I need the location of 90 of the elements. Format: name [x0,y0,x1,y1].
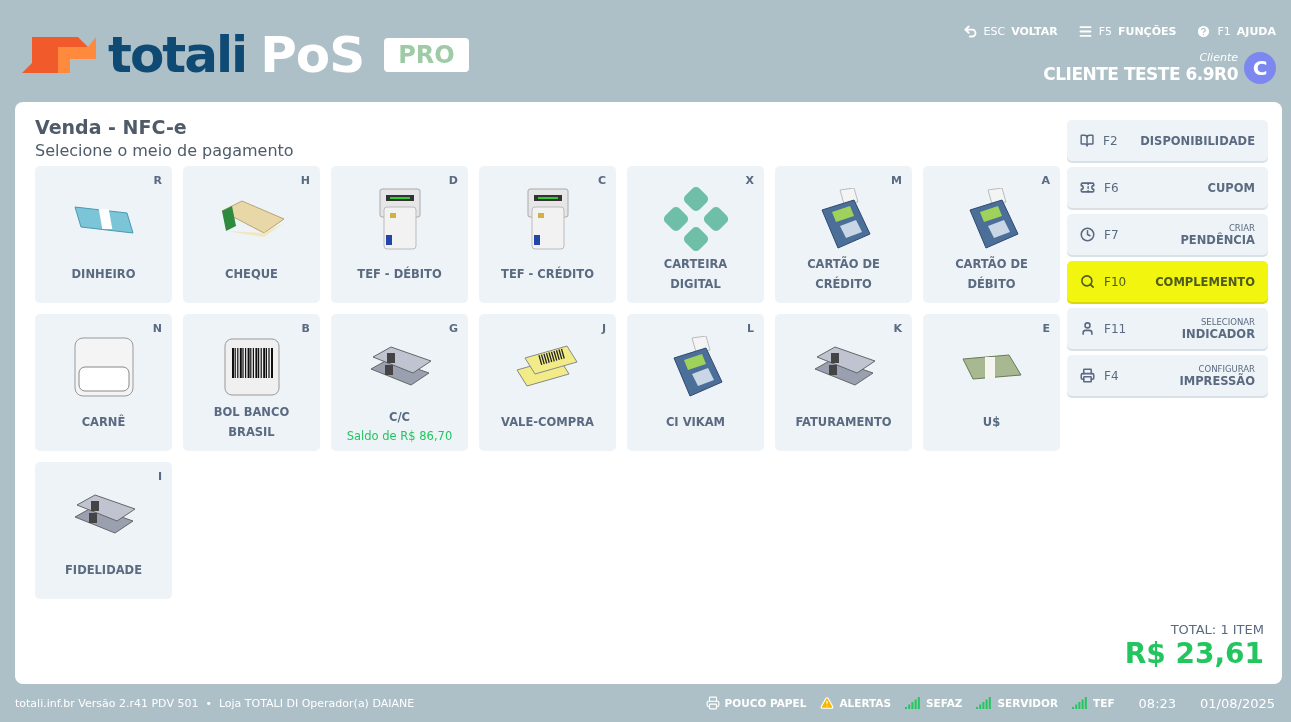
payment-method-tile[interactable]: I FIDELIDADE [35,462,172,599]
payment-method-tile[interactable]: J VALE-COMPRA [479,314,616,451]
client-name: CLIENTE TESTE 6.9R0 [1043,64,1238,84]
payment-method-label: TEF - CRÉDITO [501,265,594,283]
card-reader-icon [525,187,570,251]
payment-method-label: CARTÃO DE CRÉDITO [807,255,880,293]
payment-method-tile[interactable]: A CARTÃO DE DÉBITO [923,166,1060,303]
voucher-icon [514,344,581,390]
function-button[interactable]: F2 DISPONIBILIDADE [1067,120,1268,161]
payment-method-tile[interactable]: H CHEQUE [183,166,320,303]
payment-method-label: BOL BANCO BRASIL [213,403,290,441]
shortcut-key: X [745,174,754,187]
shortcut-key: J [601,322,606,335]
version-info: totali.inf.br Versão 2.r41 PDV 501 • Loja TOTALI DI Operador(a) DAIANE [15,696,415,710]
user-icon [1080,321,1095,336]
total-amount: R$ 23,61 [1124,637,1264,670]
card-reader-icon [377,187,422,251]
payment-method-label: CARTEIRA DIGITAL [663,255,728,293]
function-button[interactable]: F4 CONFIGURAR IMPRESSÃO [1067,355,1268,396]
shortcut-key: A [1041,174,1050,187]
shortcut-key: C [597,174,606,187]
ticket-icon [1080,180,1095,195]
payment-method-label: CARTÃO DE DÉBITO [955,255,1028,293]
shortcut-key: L [747,322,754,335]
booklet-icon [73,337,134,397]
function-button[interactable]: F11 SELECIONAR INDICADOR [1067,308,1268,349]
page-subtitle: Selecione o meio de pagamento [35,141,295,160]
payment-method-tile[interactable]: B BOL BANCO BRASIL [183,314,320,451]
payment-method-label: DINHEIRO [71,265,136,283]
back-icon [962,24,978,39]
printer-icon [1080,368,1095,383]
payment-method-label: CHEQUE [225,265,278,283]
shortcut-key: H [300,174,310,187]
edition-badge: PRO [384,38,469,72]
status-label: SEFAZ [926,697,963,709]
barcode-icon [223,338,280,396]
warning-icon [820,696,835,710]
payment-method-label: FATURAMENTO [795,413,892,431]
payment-method-tile[interactable]: N CARNÊ [35,314,172,451]
client-caption: Cliente [1199,51,1238,64]
total-caption: TOTAL: 1 ITEM [1170,622,1264,637]
function-button[interactable]: F10 COMPLEMENTO [1067,261,1268,302]
logo-product-name: PoS [260,26,365,84]
client-avatar[interactable]: C [1244,51,1276,84]
payment-method-tile[interactable]: L CI VIKAM [627,314,764,451]
clock-time: 08:23 [1138,695,1177,711]
diamond-logo-icon [663,187,728,251]
payment-method-label: U$ [982,413,1001,431]
shortcut-key: B [301,322,310,335]
logo-wordmark: totali [108,26,247,84]
clock-icon [1080,227,1095,242]
shortcut-key: D [448,174,458,187]
function-button[interactable]: F6 CUPOM [1067,167,1268,208]
signal-icon [1072,697,1089,709]
search-icon [1080,274,1095,289]
current-date: 01/08/2025 [1200,695,1275,711]
printer-icon [705,696,720,710]
payment-method-label: VALE-COMPRA [501,413,594,431]
help-icon [1196,24,1212,39]
status-label: SERVIDOR [997,697,1059,709]
menu-icon [1077,24,1093,39]
status-label: ALERTAS [839,697,892,709]
payment-method-tile[interactable]: R DINHEIRO [35,166,172,303]
status-label: POUCO PAPEL [724,697,807,709]
shortcut-key: I [157,470,162,483]
payment-method-tile[interactable]: X CARTEIRA DIGITAL [627,166,764,303]
payment-method-label: CI VIKAM [665,413,726,431]
payment-method-tile[interactable]: M CARTÃO DE CRÉDITO [775,166,912,303]
shortcut-key: G [448,322,458,335]
reader-icon [1080,133,1095,148]
function-button[interactable]: F7 CRIAR PENDÊNCIA [1067,214,1268,255]
shortcut-key: R [153,174,162,187]
payment-method-label: TEF - DÉBITO [357,265,442,283]
status-label: TEF [1093,697,1115,709]
shortcut-key: K [893,322,902,335]
page-title: Venda - NFC-e [35,116,188,138]
payment-method-tile[interactable]: G C/C Saldo de R$ 86,70 [331,314,468,451]
payment-method-label: C/C [388,408,411,426]
signal-icon [976,697,993,709]
payment-method-label: CARNÊ [81,413,126,431]
payment-method-tile[interactable]: C TEF - CRÉDITO [479,166,616,303]
shortcut-key: E [1042,322,1050,335]
payment-method-tile[interactable]: K FATURAMENTO [775,314,912,451]
shortcut-key: N [152,322,162,335]
payment-method-label: FIDELIDADE [65,561,142,579]
balance-note: Saldo de R$ 86,70 [346,429,453,443]
shortcut-key: M [891,174,902,187]
payment-method-tile[interactable]: D TEF - DÉBITO [331,166,468,303]
signal-icon [905,697,922,709]
payment-method-tile[interactable]: E U$ [923,314,1060,451]
